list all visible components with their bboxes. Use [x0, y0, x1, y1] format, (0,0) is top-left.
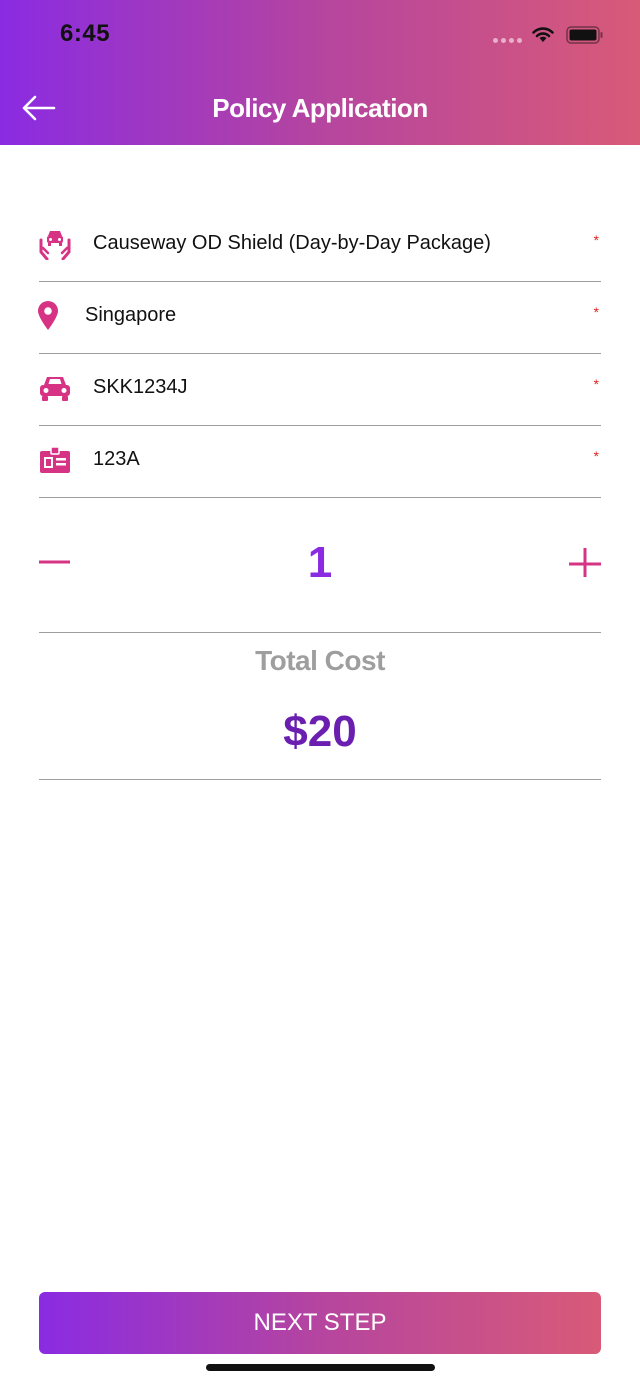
country-field[interactable]: Singapore *	[38, 282, 601, 354]
status-time: 6:45	[60, 20, 111, 47]
required-marker: *	[593, 376, 599, 392]
quantity-value: 1	[307, 538, 333, 587]
car-icon	[40, 377, 70, 401]
vehicle-number-field[interactable]: SKK1234J *	[39, 354, 601, 426]
id-card-icon	[40, 446, 70, 473]
next-step-button[interactable]: NEXT STEP	[39, 1292, 601, 1354]
total-cost-value: $20	[283, 707, 357, 756]
home-indicator	[206, 1364, 435, 1371]
increment-button[interactable]	[569, 545, 601, 580]
plan-field[interactable]: Causeway OD Shield (Day-by-Day Package) …	[39, 210, 601, 282]
app-header: 6:45 Policy Application	[0, 0, 640, 145]
required-marker: *	[593, 304, 599, 320]
wifi-icon	[532, 27, 554, 42]
total-cost-section: Total Cost $20	[39, 633, 601, 780]
page-title: Policy Application	[212, 93, 428, 123]
vehicle-number-value: SKK1234J	[93, 376, 188, 398]
required-marker: *	[593, 232, 599, 248]
id-value: 123A	[93, 448, 140, 470]
cellular-signal-icon	[493, 38, 522, 43]
plan-value: Causeway OD Shield (Day-by-Day Package)	[93, 232, 491, 254]
navigation-bar: Policy Application	[0, 80, 640, 136]
policy-form: Causeway OD Shield (Day-by-Day Package) …	[38, 210, 601, 498]
total-cost-label: Total Cost	[255, 645, 385, 676]
plus-icon	[569, 548, 601, 580]
location-pin-icon	[38, 301, 58, 330]
id-field[interactable]: 123A *	[39, 426, 601, 498]
battery-icon	[566, 26, 603, 44]
quantity-stepper: 1	[39, 500, 601, 633]
country-value: Singapore	[85, 304, 177, 326]
car-protection-icon	[39, 231, 71, 260]
required-marker: *	[593, 448, 599, 464]
status-bar: 6:45	[0, 0, 640, 70]
